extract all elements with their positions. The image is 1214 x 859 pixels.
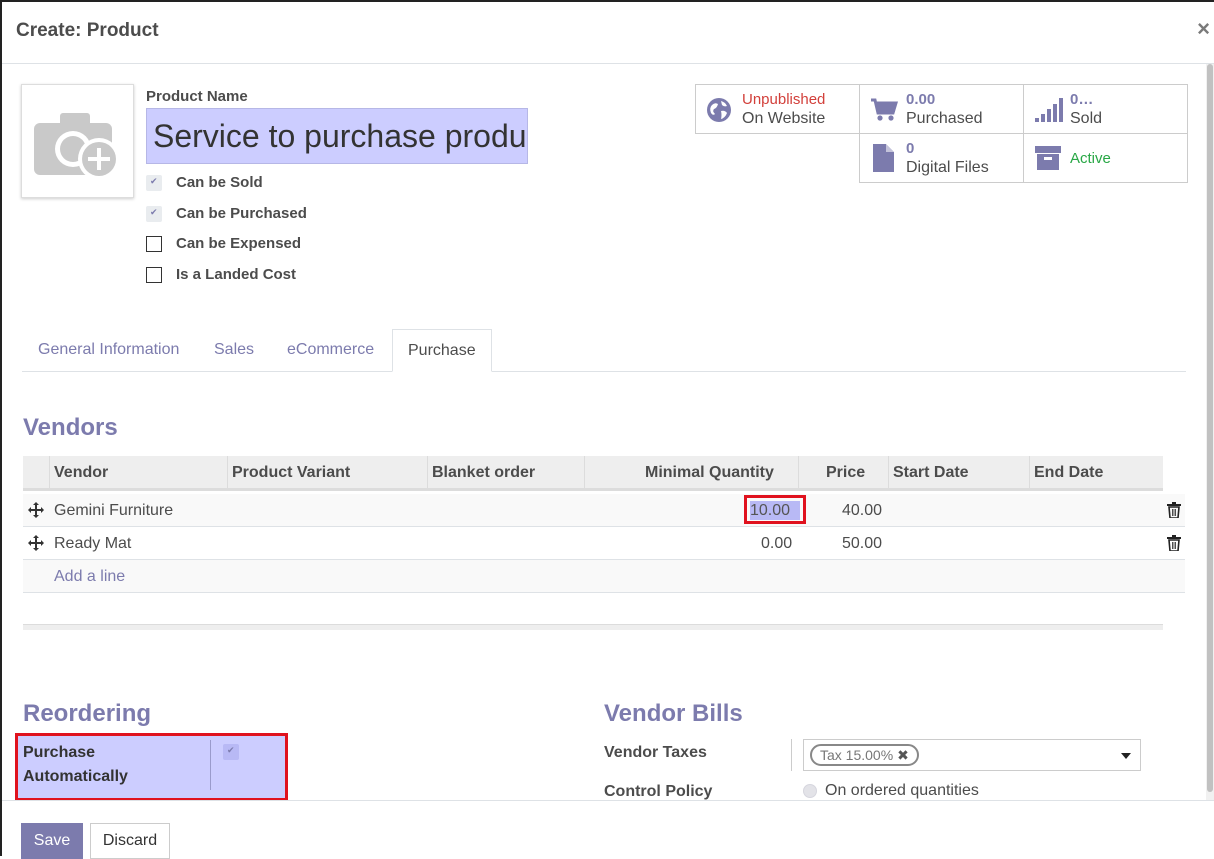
vendor-bills-section-title: Vendor Bills [604, 700, 743, 727]
purchased-stat-button[interactable]: 0.00 Purchased [859, 84, 1024, 134]
col-end-date[interactable]: End Date [1034, 464, 1103, 482]
col-start-date[interactable]: Start Date [893, 464, 969, 482]
tax-tag: Tax 15.00% ✖ [810, 744, 919, 766]
vendor-name: Ready Mat [54, 535, 132, 552]
add-line-link[interactable]: Add a line [54, 568, 125, 586]
tab-ecommerce[interactable]: eCommerce [287, 341, 374, 359]
can-be-sold-checkbox[interactable] [146, 175, 162, 191]
col-product-variant[interactable]: Product Variant [232, 464, 350, 482]
can-be-sold-label: Can be Sold [176, 174, 263, 191]
digital-files-value: 0 [906, 140, 915, 157]
purchase-automatically-field: Purchase Automatically [15, 733, 288, 800]
sold-value: 0… [1070, 91, 1094, 108]
col-minimal-quantity[interactable]: Minimal Quantity [645, 464, 774, 482]
vendors-section-title: Vendors [23, 414, 118, 441]
price-value: 40.00 [842, 502, 883, 519]
vendor-taxes-select[interactable]: Tax 15.00% ✖ [803, 739, 1141, 771]
remove-tag-icon[interactable]: ✖ [897, 747, 909, 763]
col-vendor[interactable]: Vendor [54, 464, 108, 482]
vendor-name: Gemini Furniture [54, 502, 174, 519]
sold-stat-button[interactable]: 0… Sold [1023, 84, 1188, 134]
archive-icon [1035, 146, 1061, 170]
website-status: Unpublished [742, 91, 826, 108]
product-create-dialog: Create: Product × Product Name Service t… [0, 0, 1214, 859]
dialog-scrollbar[interactable] [1206, 64, 1214, 800]
dialog-header: Create: Product × [2, 2, 1214, 64]
product-tabs: General Information Sales eCommerce Purc… [22, 329, 1186, 372]
col-blanket-order[interactable]: Blanket order [432, 464, 535, 482]
purchase-automatically-label: Purchase Automatically [23, 744, 128, 785]
website-stat-button[interactable]: Unpublished On Website [695, 84, 860, 134]
vendor-taxes-label: Vendor Taxes [604, 744, 707, 761]
col-price[interactable]: Price [826, 464, 865, 482]
add-line-row: Add a line [23, 560, 1185, 593]
minimal-quantity-value: 0.00 [761, 535, 793, 552]
price-value: 50.00 [842, 535, 883, 552]
control-policy-label: Control Policy [604, 783, 713, 800]
drag-handle-icon[interactable] [28, 502, 44, 518]
reordering-section-title: Reordering [23, 700, 152, 727]
purchase-automatically-checkbox[interactable] [223, 744, 239, 760]
chevron-down-icon[interactable] [1121, 753, 1131, 759]
active-status: Active [1070, 150, 1111, 167]
drag-handle-icon[interactable] [28, 535, 44, 551]
globe-icon [707, 98, 731, 122]
tab-sales[interactable]: Sales [214, 341, 254, 359]
ordered-quantities-radio[interactable] [803, 784, 817, 798]
product-name-input[interactable]: Service to purchase produ [146, 108, 528, 164]
can-be-expensed-checkbox[interactable] [146, 236, 162, 252]
vendors-table-header: Vendor Product Variant Blanket order Min… [23, 456, 1163, 491]
dialog-body: Product Name Service to purchase produ C… [2, 64, 1214, 800]
product-image[interactable] [21, 84, 134, 198]
table-row[interactable]: Gemini Furniture 10.00 40.00 [23, 494, 1185, 527]
ordered-quantities-label: On ordered quantities [825, 782, 979, 799]
table-footer [23, 624, 1163, 630]
website-label: On Website [742, 110, 826, 127]
tax-tag-label: Tax 15.00% [820, 747, 894, 763]
signal-bars-icon [1035, 98, 1063, 122]
discard-button[interactable]: Discard [90, 823, 170, 859]
can-be-purchased-checkbox[interactable] [146, 206, 162, 222]
active-toggle-button[interactable]: Active [1023, 133, 1188, 183]
table-row[interactable]: Ready Mat 0.00 50.00 [23, 527, 1185, 560]
dialog-title: Create: Product [16, 20, 159, 41]
can-be-purchased-label: Can be Purchased [176, 205, 307, 222]
tab-general-information[interactable]: General Information [38, 341, 179, 359]
can-be-expensed-label: Can be Expensed [176, 235, 302, 252]
dialog-footer: Save Discard [2, 800, 1214, 859]
digital-files-label: Digital Files [906, 159, 989, 176]
minimal-quantity-value: 10.00 [750, 501, 800, 520]
save-button[interactable]: Save [21, 823, 83, 859]
trash-icon[interactable] [1167, 535, 1181, 551]
purchased-label: Purchased [906, 110, 983, 127]
tab-purchase[interactable]: Purchase [392, 329, 492, 372]
digital-files-stat-button[interactable]: 0 Digital Files [859, 133, 1024, 183]
product-name-label: Product Name [146, 88, 248, 105]
landed-cost-checkbox[interactable] [146, 267, 162, 283]
minimal-quantity-input[interactable]: 10.00 [744, 495, 806, 524]
file-icon [873, 144, 894, 172]
landed-cost-label: Is a Landed Cost [176, 266, 297, 283]
purchased-value: 0.00 [906, 91, 936, 108]
camera-add-icon [34, 113, 120, 180]
sold-label: Sold [1070, 110, 1103, 127]
shopping-cart-icon [871, 98, 898, 121]
close-button[interactable]: × [1197, 16, 1210, 42]
trash-icon[interactable] [1167, 502, 1181, 518]
